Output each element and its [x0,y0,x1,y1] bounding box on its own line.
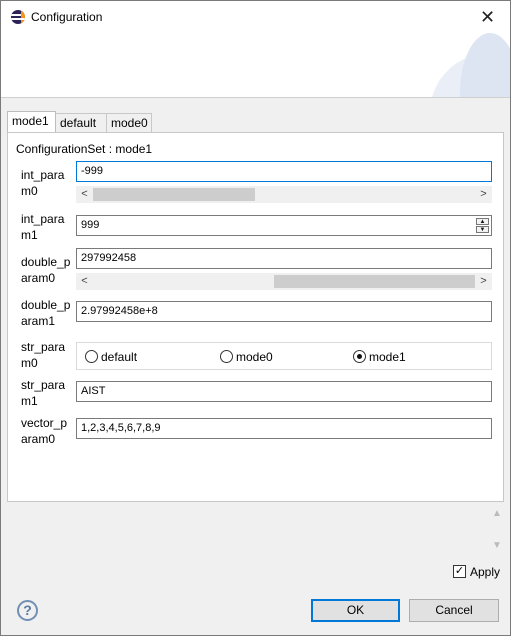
cancel-button[interactable]: Cancel [409,599,499,622]
int-param0-label: int_para m0 [21,168,65,198]
tab-panel: ConfigurationSet : mode1 int_para m0 -999… [7,132,504,502]
scroll-right-icon[interactable]: > [475,273,492,290]
spin-down-icon[interactable]: ▼ [476,226,489,233]
radio-mode1-indicator[interactable] [353,350,366,363]
double-param1-label: double_p aram1 [21,298,71,328]
scroll-thumb[interactable] [93,188,255,201]
configuration-set-label: ConfigurationSet : mode1 [16,142,153,156]
double-param0-field[interactable]: 297992458 [76,248,492,269]
radio-default-indicator[interactable] [85,350,98,363]
scroll-left-icon[interactable]: < [76,273,93,290]
radio-default-label: default [101,350,138,364]
radio-mode0-label: mode0 [236,350,273,364]
tab-default[interactable]: default [55,113,107,133]
banner-divider [1,97,510,98]
dialog-banner [1,33,510,97]
int-param1-value: 999 [81,219,100,231]
tab-mode0[interactable]: mode0 [106,113,152,133]
double-param0-scrollbar[interactable]: < > [76,273,492,290]
scroll-left-icon[interactable]: < [76,186,93,203]
str-param0-label: str_para m0 [21,340,66,370]
radio-mode1-label: mode1 [369,350,406,364]
window-title: Configuration [31,10,103,24]
vertical-scrollbar[interactable]: ▲ ▼ [490,508,504,560]
scroll-thumb[interactable] [274,275,475,288]
title-bar: Configuration ✕ [1,1,510,33]
close-icon[interactable]: ✕ [465,1,510,33]
int-param0-scrollbar[interactable]: < > [76,186,492,203]
spinner-buttons[interactable]: ▲ ▼ [476,218,489,233]
str-param1-field[interactable]: AIST [76,381,492,402]
int-param1-spinner[interactable]: 999 ▲ ▼ [76,215,492,236]
tab-mode1[interactable]: mode1 [7,111,56,133]
spin-up-icon[interactable]: ▲ [476,218,489,225]
configuration-dialog: Configuration ✕ default mode0 mode1 Conf… [0,0,511,636]
str-param1-label: str_para m1 [21,378,66,408]
int-param0-field[interactable]: -999 [76,161,492,182]
scroll-up-icon[interactable]: ▲ [490,508,504,526]
vector-param0-label: vector_p aram0 [21,416,68,446]
double-param0-label: double_p aram0 [21,255,71,285]
scroll-right-icon[interactable]: > [475,186,492,203]
apply-check-icon[interactable]: ✓ [453,565,466,578]
str-param0-radio-group: default mode0 mode1 [76,342,492,370]
eclipse-icon [11,10,25,24]
double-param1-field[interactable]: 2.97992458e+8 [76,301,492,322]
help-icon[interactable]: ? [17,600,38,621]
vector-param0-field[interactable]: 1,2,3,4,5,6,7,8,9 [76,418,492,439]
ok-button[interactable]: OK [311,599,400,622]
radio-mode0-indicator[interactable] [220,350,233,363]
apply-label: Apply [470,565,501,579]
scroll-down-icon[interactable]: ▼ [490,540,504,558]
int-param1-label: int_para m1 [21,212,65,242]
